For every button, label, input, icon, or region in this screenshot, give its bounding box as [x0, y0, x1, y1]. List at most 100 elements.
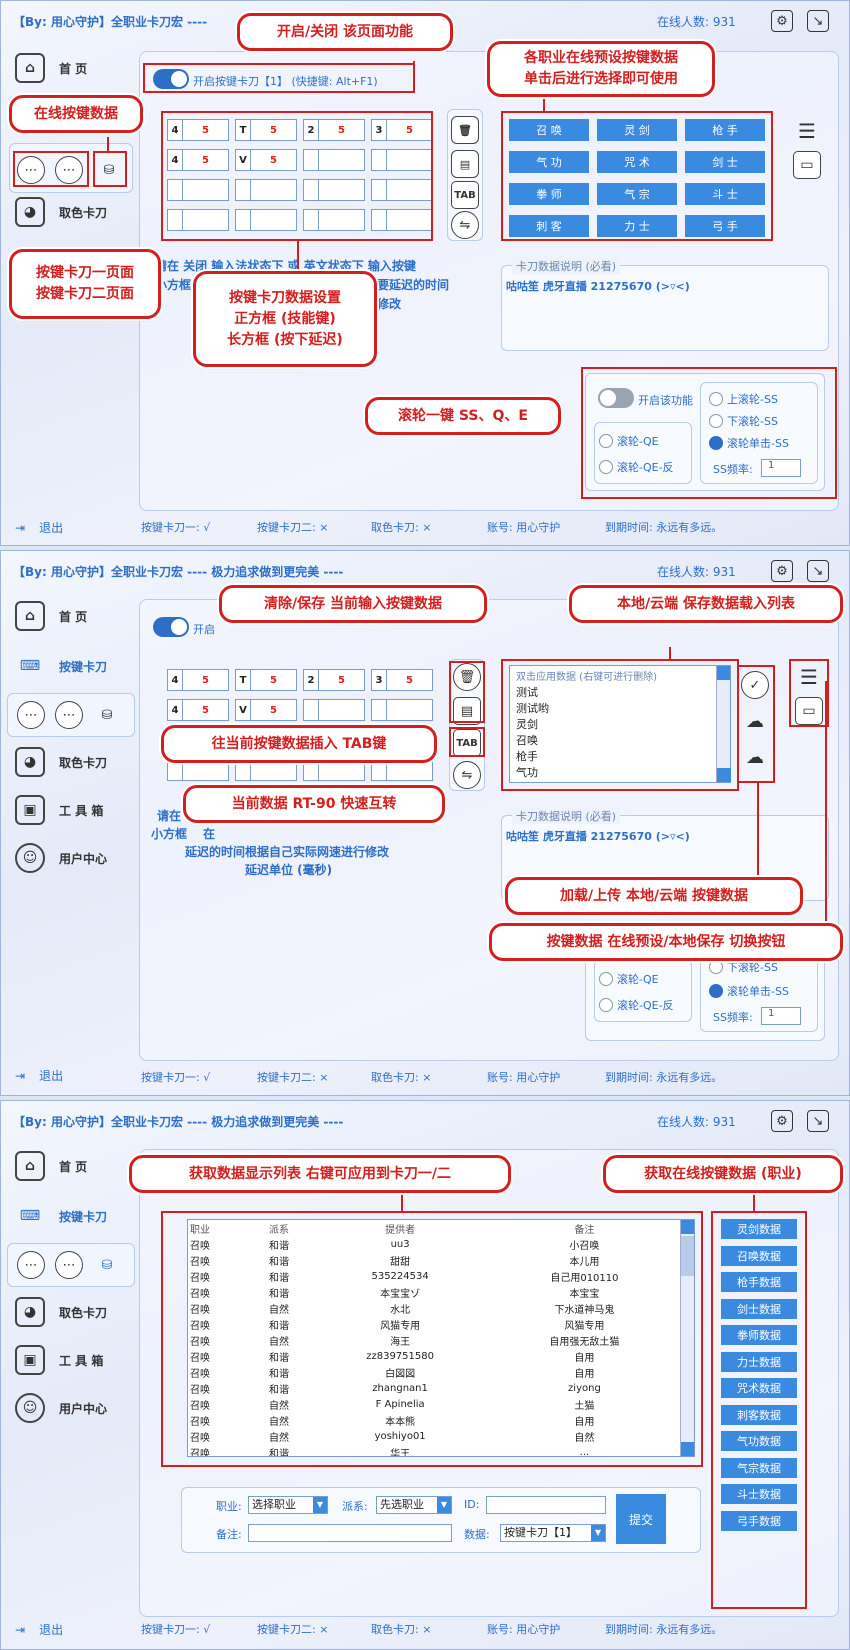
delay-input[interactable]: 5 — [251, 699, 297, 721]
data-select[interactable]: 按键卡刀【1】 ▼ — [500, 1524, 606, 1542]
note-input[interactable] — [248, 1524, 452, 1542]
key-cell: 35 — [371, 669, 433, 691]
submit-button[interactable]: 提交 — [616, 1494, 666, 1544]
note-label: 备注: — [216, 1528, 242, 1541]
nav-exit[interactable]: ⇥ 退出 — [15, 1621, 63, 1638]
callout-clear-save: 清除/保存 当前输入按键数据 — [219, 585, 487, 623]
folder-icon[interactable]: ▭ — [793, 151, 821, 179]
panel-online-database: 【By: 用心守护】全职业卡刀宏 ---- 极力追求做到更完美 ---- 在线人… — [0, 1100, 850, 1650]
cloud-database-icon[interactable]: ⛁ — [93, 1251, 121, 1279]
keyboard-icon: ⌨ — [19, 658, 41, 674]
nav-user[interactable]: ☺ 用户中心 — [15, 843, 107, 873]
nav-user[interactable]: ☺ 用户中心 — [15, 1393, 107, 1423]
delay-input[interactable]: 5 — [251, 669, 297, 691]
callout-table: 获取数据显示列表 右键可应用到卡刀一/二 — [129, 1155, 511, 1193]
highlight-saved-list — [501, 659, 739, 791]
skill-key-input[interactable]: 4 — [167, 699, 183, 721]
nav-home[interactable]: ⌂ 首 页 — [15, 53, 87, 83]
nav-toolbox[interactable]: ▣ 工 具 箱 — [15, 795, 103, 825]
delay-input[interactable]: 5 — [183, 669, 229, 691]
minimize-icon[interactable]: ↘ — [807, 560, 829, 582]
id-input[interactable] — [486, 1496, 606, 1514]
nav-home[interactable]: ⌂ 首 页 — [15, 1151, 87, 1181]
page-two-icon[interactable]: ⋯ — [55, 1251, 83, 1279]
nav-exit[interactable]: ⇥ 退出 — [15, 1067, 63, 1084]
online-count: 在线人数: 931 — [657, 565, 736, 579]
key-cell — [303, 699, 365, 721]
status-expiry: 到期时间: 永远有多远。 — [605, 1071, 723, 1084]
skill-key-input[interactable] — [303, 699, 319, 721]
nav-color[interactable]: ◕ 取色卡刀 — [15, 747, 107, 777]
hint-text-2b: 在 — [203, 827, 216, 841]
radio-wheel-down-ss[interactable]: 下滚轮-SS — [709, 959, 778, 975]
faction-select[interactable]: 先选职业 ▼ — [376, 1496, 452, 1514]
hint-text-3: 需要延迟的时间 — [365, 278, 450, 292]
tab-icon[interactable]: TAB — [451, 181, 479, 209]
skill-key-input[interactable]: 3 — [371, 669, 387, 691]
page-one-icon[interactable]: ⋯ — [17, 701, 45, 729]
settings-icon[interactable]: ⚙ — [771, 1110, 793, 1132]
status-colorcard: 取色卡刀: × — [371, 521, 432, 534]
hint-text-4: 延迟单位 (毫秒) — [245, 863, 333, 877]
status-keycard-1: 按键卡刀一: √ — [141, 1071, 211, 1084]
skill-key-input[interactable]: 4 — [167, 669, 183, 691]
submit-form: 职业: 选择职业 ▼ 派系: 先选职业 ▼ ID: 备注: 数据: 按键卡刀【1】 ▼… — [181, 1487, 701, 1553]
nav-color[interactable]: ◕ 取色卡刀 — [15, 197, 107, 227]
nav-keycard[interactable]: ⌨ 按键卡刀 — [15, 651, 107, 681]
keycard-toggle[interactable] — [153, 617, 189, 637]
swap-icon[interactable]: ⇋ — [451, 211, 479, 239]
nav-color[interactable]: ◕ 取色卡刀 — [15, 1297, 107, 1327]
delay-input[interactable]: 5 — [319, 669, 365, 691]
settings-icon[interactable]: ⚙ — [771, 560, 793, 582]
palette-icon: ◕ — [15, 197, 45, 227]
delay-input[interactable]: 5 — [387, 669, 433, 691]
page-one-icon[interactable]: ⋯ — [17, 1251, 45, 1279]
toolbox-icon: ▣ — [15, 795, 45, 825]
highlight-cloud — [93, 151, 127, 187]
delay-input[interactable] — [387, 699, 433, 721]
swap-icon[interactable]: ⇋ — [453, 761, 481, 789]
skill-key-input[interactable]: T — [235, 669, 251, 691]
skill-key-input[interactable]: V — [235, 699, 251, 721]
panel-online-presets: 【By: 用心守护】全职业卡刀宏 ---- 在线人数: 931 ⚙ ↘ ⌂ 首 页… — [0, 0, 850, 546]
page-two-icon[interactable]: ⋯ — [55, 701, 83, 729]
key-cell — [371, 699, 433, 721]
delay-input[interactable]: 5 — [183, 699, 229, 721]
note-text: 咕咕笙 虎牙直播 21275670 (>▿<) — [506, 280, 690, 293]
user-icon: ☺ — [15, 843, 45, 873]
sliders-icon[interactable]: ☰ — [793, 117, 821, 145]
window-title: 【By: 用心守护】全职业卡刀宏 ---- — [13, 15, 208, 29]
status-colorcard: 取色卡刀: × — [371, 1071, 432, 1084]
home-icon: ⌂ — [15, 53, 45, 83]
trash-icon[interactable]: 🗑 — [451, 116, 479, 144]
delay-input[interactable] — [319, 699, 365, 721]
ss-frequency-input[interactable]: 1 — [761, 1007, 801, 1025]
radio-wheel-qe[interactable]: 滚轮-QE — [599, 971, 659, 987]
online-count: 在线人数: 931 — [657, 15, 736, 29]
highlight-subnav — [13, 151, 89, 187]
minimize-icon[interactable]: ↘ — [807, 1110, 829, 1132]
radio-wheel-qe-rev[interactable]: 滚轮-QE-反 — [599, 997, 674, 1013]
skill-key-input[interactable]: 2 — [303, 669, 319, 691]
minimize-icon[interactable]: ↘ — [807, 10, 829, 32]
online-count: 在线人数: 931 — [657, 1115, 736, 1129]
highlight-toggle — [143, 63, 415, 93]
callout-rt90: 当前数据 RT-90 快速互转 — [183, 785, 445, 823]
nav-toolbox[interactable]: ▣ 工 具 箱 — [15, 1345, 103, 1375]
radio-wheel-click-ss[interactable]: 滚轮单击-SS — [709, 983, 789, 999]
nav-home[interactable]: ⌂ 首 页 — [15, 601, 87, 631]
exit-icon: ⇥ — [15, 1622, 26, 1637]
chevron-down-icon: ▼ — [437, 1497, 451, 1513]
nav-exit[interactable]: ⇥ 退出 — [15, 519, 63, 536]
nav-keycard[interactable]: ⌨ 按键卡刀 — [15, 1201, 107, 1231]
callout-load-list: 本地/云端 保存数据载入列表 — [569, 585, 843, 623]
settings-icon[interactable]: ⚙ — [771, 10, 793, 32]
class-select[interactable]: 选择职业 ▼ — [248, 1496, 328, 1514]
skill-key-input[interactable] — [371, 699, 387, 721]
exit-icon: ⇥ — [15, 1068, 26, 1083]
highlight-keygrid — [161, 111, 433, 241]
ss-frequency-label: SS频率: — [713, 1011, 753, 1024]
cloud-database-icon[interactable]: ⛁ — [93, 701, 121, 729]
highlight-switch — [789, 659, 829, 727]
save-icon[interactable]: ▤ — [451, 150, 479, 178]
